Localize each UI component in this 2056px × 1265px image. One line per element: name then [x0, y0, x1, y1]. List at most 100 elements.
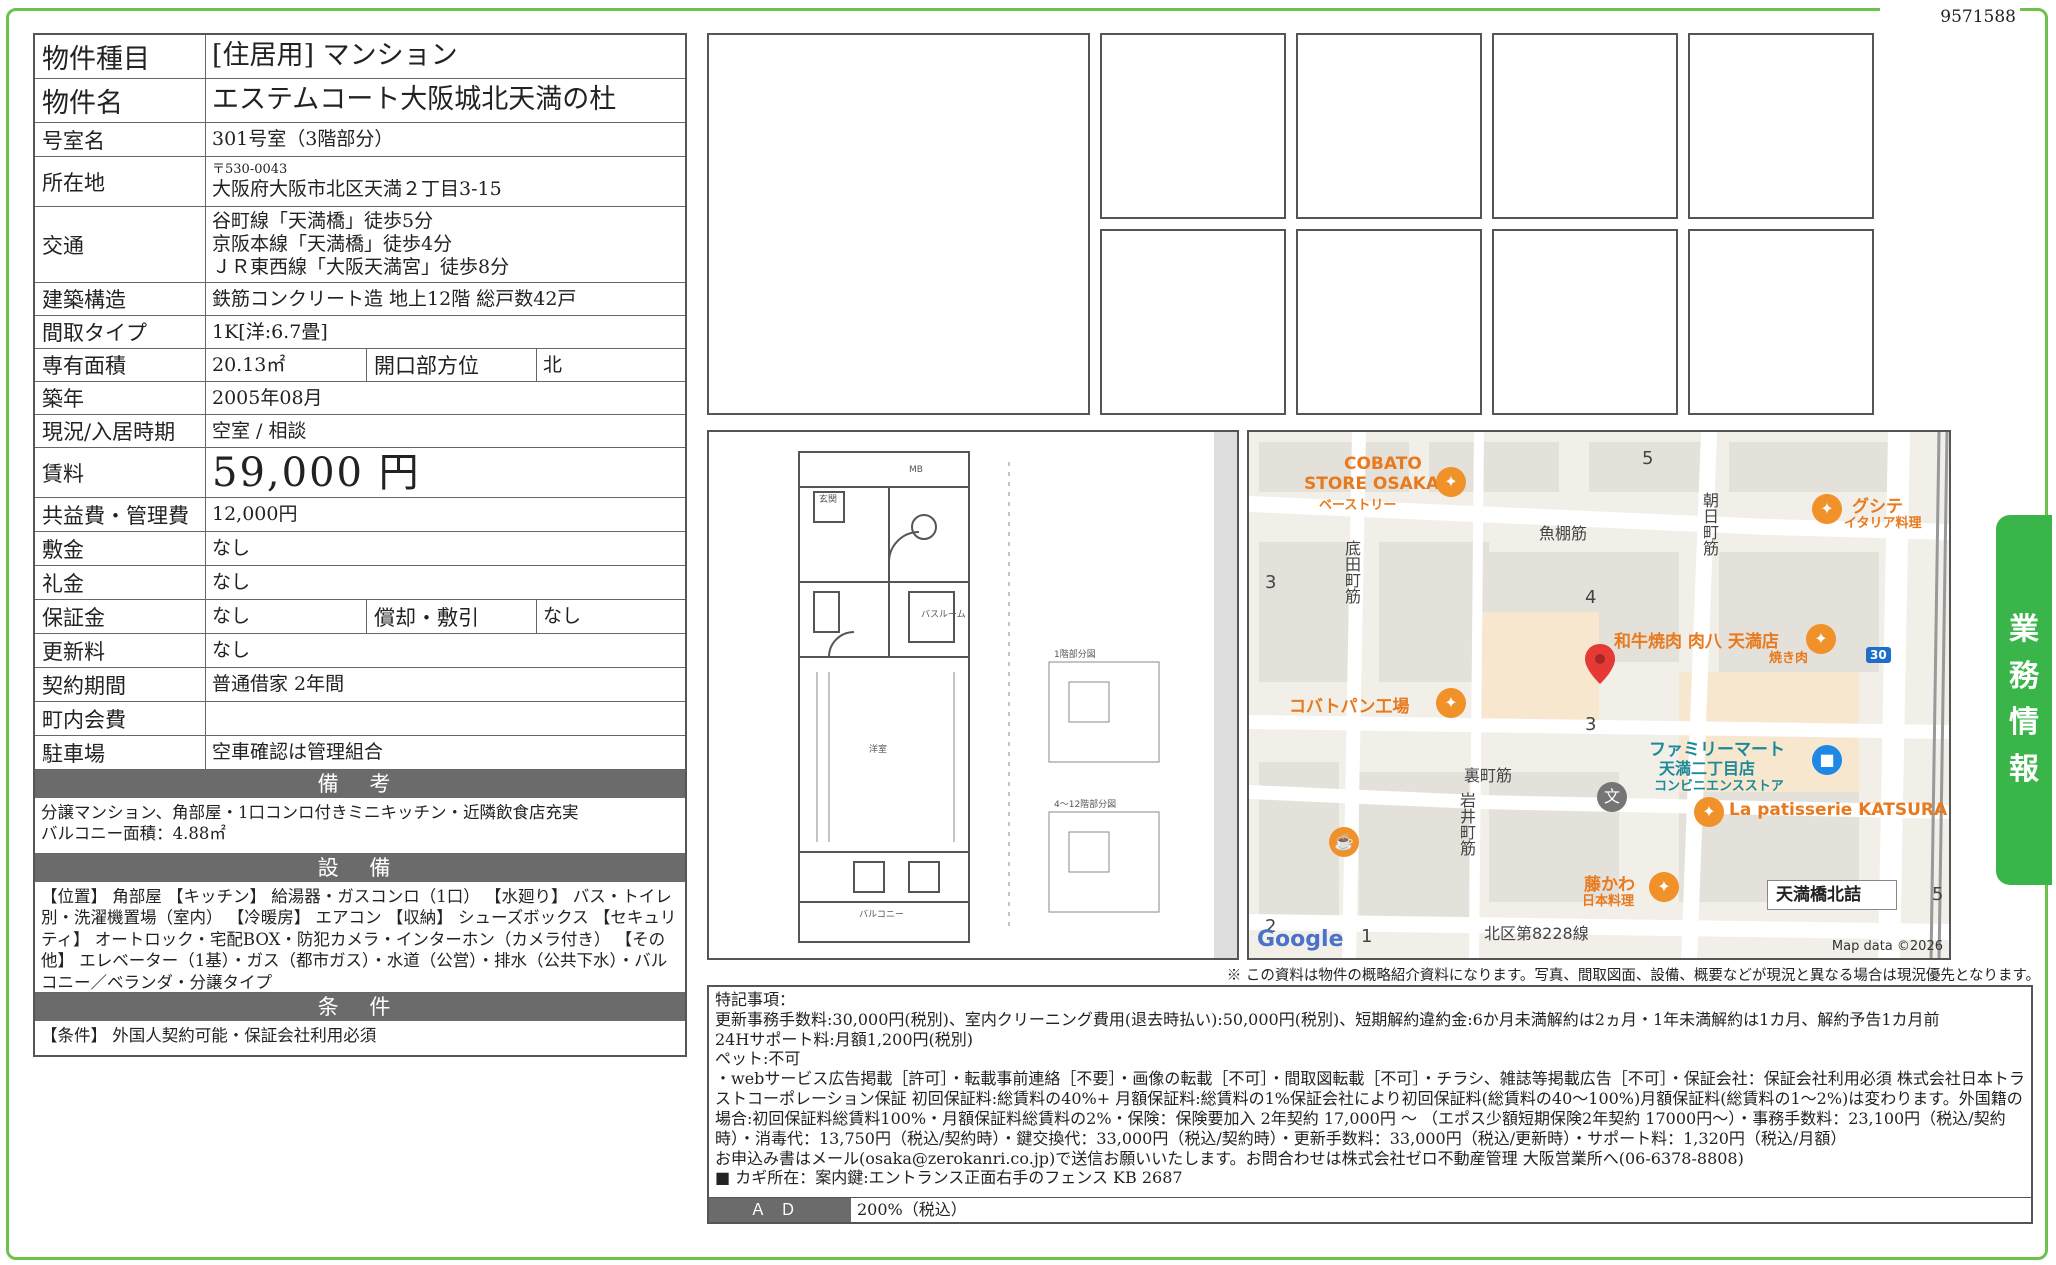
cafe-icon[interactable]: ☕: [1329, 827, 1359, 857]
road-label: 魚棚筋: [1539, 524, 1588, 543]
deposit-value: なし: [212, 537, 251, 560]
main-photo: [707, 33, 1090, 415]
address-label: 所在地: [35, 157, 206, 206]
amortization-value: なし: [543, 605, 582, 628]
road-label: 北区第8228線: [1484, 924, 1589, 943]
map-poi-label: コンビニエンスストア: [1654, 779, 1784, 794]
restaurant-icon[interactable]: ✦: [1806, 624, 1836, 654]
restaurant-icon[interactable]: ✦: [1812, 494, 1842, 524]
notes-line: ■ カギ所在：案内鍵:エントランス正面右手のフェンス KB 2687: [715, 1168, 1183, 1188]
transport-label: 交通: [35, 207, 206, 282]
town-fee-label: 町内会費: [35, 702, 206, 735]
map-poi-label: 日本料理: [1582, 894, 1635, 909]
amortization-label: 償却・敷引: [366, 600, 537, 633]
photo-thumb: [1492, 33, 1678, 219]
conditions-body: 【条件】 外国人契約可能・保証会社利用必須: [41, 1026, 377, 1045]
fee-label: 共益費・管理費: [35, 498, 206, 531]
structure-value: 鉄筋コンクリート造 地上12階 総戸数42戸: [212, 287, 577, 310]
google-logo: Google: [1257, 927, 1344, 952]
location-map[interactable]: COBATO STORE OSAKA ベーストリー ✦ グシテ イタリア料理 ✦…: [1247, 430, 1951, 960]
tab-char: 報: [2009, 751, 2039, 787]
block-number: 1: [1361, 926, 1373, 947]
map-poi-label: ベーストリー: [1319, 498, 1397, 513]
road-label: 底田町筋: [1342, 540, 1361, 604]
row-address: 所在地 〒530-0043 大阪府大阪市北区天満２丁目3-15: [35, 157, 685, 207]
cafe-icon[interactable]: ✦: [1694, 797, 1724, 827]
map-poi-label: イタリア料理: [1844, 516, 1922, 531]
direction-value: 北: [543, 353, 563, 376]
ad-label: ＡＤ: [709, 1198, 851, 1222]
floor-plan-drawing: 洋室 玄関 バスルーム MB バルコニー 1階部分図 4〜12階部分図: [709, 432, 1214, 958]
contract-label: 契約期間: [35, 668, 206, 701]
keymoney-label: 礼金: [35, 566, 206, 599]
contract-value: 普通借家 2年間: [212, 673, 345, 696]
postal-code: 〒530-0043: [212, 162, 288, 178]
renewal-label: 更新料: [35, 634, 206, 667]
block-number: 3: [1265, 572, 1277, 593]
photo-thumb: [1100, 33, 1286, 219]
town-fee-value: [206, 702, 685, 735]
layout-value: 1K[洋:6.7畳]: [212, 320, 328, 343]
svg-text:玄関: 玄関: [819, 493, 837, 505]
conditions-header: 条 件: [35, 993, 685, 1021]
renewal-value: なし: [212, 639, 251, 662]
row-fee: 共益費・管理費 12,000円: [35, 498, 685, 532]
school-icon[interactable]: 文: [1597, 782, 1627, 812]
notes-line: 特記事項：: [715, 990, 796, 1009]
road-label: 岩井町筋: [1457, 792, 1476, 856]
tab-char: 業: [2009, 612, 2039, 647]
plan-room-label: 洋室: [869, 743, 887, 755]
route-shield: 30: [1866, 647, 1891, 663]
transport-line: 谷町線「天満橋」徒歩5分: [212, 210, 434, 233]
restaurant-icon[interactable]: ✦: [1649, 872, 1679, 902]
map-poi-label: 焼き肉: [1769, 651, 1809, 666]
notes-line: ・webサービス広告掲載［許可］・転載事前連絡［不要］・画像の転載［不可］・間取…: [715, 1069, 2025, 1148]
remarks-line: 分譲マンション、角部屋・1口コンロ付きミニキッチン・近隣飲食店充実: [41, 803, 579, 822]
row-room: 号室名 301号室（3階部分）: [35, 123, 685, 157]
tab-char: 情: [2009, 705, 2039, 740]
row-keymoney: 礼金 なし: [35, 566, 685, 600]
row-area: 専有面積 20.13㎡ 開口部方位 北: [35, 349, 685, 382]
row-layout: 間取タイプ 1K[洋:6.7畳]: [35, 316, 685, 349]
station-label[interactable]: 天満橋北詰: [1767, 880, 1897, 910]
room-label: 号室名: [35, 123, 206, 156]
notes-line: ペット:不可: [715, 1049, 801, 1069]
business-info-tab[interactable]: 業 務 情 報: [1996, 515, 2052, 885]
block-number: 3: [1585, 714, 1597, 735]
block-number: 5: [1932, 884, 1944, 905]
equipment-body: 【位置】 角部屋 【キッチン】 給湯器・ガスコンロ（1口） 【水廻り】 バス・ト…: [35, 882, 685, 993]
row-status: 現況/入居時期 空室 / 相談: [35, 415, 685, 448]
fee-value: 12,000円: [212, 503, 298, 526]
property-name-value: エステムコート大阪城北天満の杜: [212, 84, 617, 116]
row-renewal: 更新料 なし: [35, 634, 685, 668]
svg-text:バスルーム: バスルーム: [921, 609, 966, 620]
notes-line: お申込み書はメール(osaka@zerokanri.co.jp)で送信お願いいた…: [715, 1148, 1744, 1168]
property-name-label: 物件名: [35, 79, 206, 122]
equipment-header: 設 備: [35, 854, 685, 882]
block-number: 4: [1585, 587, 1597, 608]
document-id: 9571588: [1880, 4, 2020, 30]
rent-label: 賃料: [35, 448, 206, 497]
map-poi-label: STORE OSAKA: [1304, 474, 1440, 494]
convenience-store-icon[interactable]: ■: [1812, 745, 1842, 775]
svg-text:4〜12階部分図: 4〜12階部分図: [1054, 798, 1116, 810]
parking-value: 空車確認は管理組合: [212, 741, 384, 764]
property-type-label: 物件種目: [35, 35, 206, 78]
remarks-body: 分譲マンション、角部屋・1口コンロ付きミニキッチン・近隣飲食店充実 バルコニー面…: [35, 798, 685, 854]
row-transport: 交通 谷町線「天満橋」徒歩5分 京阪本線「天満橋」徒歩4分 ＪＲ東西線「大阪天満…: [35, 207, 685, 283]
photo-thumb: [1296, 229, 1482, 415]
photo-thumb: [1492, 229, 1678, 415]
property-type-value: [住居用] マンション: [212, 40, 458, 72]
parking-label: 駐車場: [35, 736, 206, 769]
property-info-table: 物件種目 [住居用] マンション 物件名 エステムコート大阪城北天満の杜 号室名…: [33, 33, 687, 1057]
map-poi-label: La patisserie KATSURA: [1729, 800, 1948, 820]
row-rent: 賃料 59,000 円: [35, 448, 685, 498]
photo-thumb: [1688, 229, 1874, 415]
bakery-icon[interactable]: ✦: [1436, 688, 1466, 718]
row-property-name: 物件名 エステムコート大阪城北天満の杜: [35, 79, 685, 123]
row-built: 築年 2005年08月: [35, 382, 685, 415]
floor-plan: 洋室 玄関 バスルーム MB バルコニー 1階部分図 4〜12階部分図: [707, 430, 1239, 960]
restaurant-icon[interactable]: ✦: [1436, 467, 1466, 497]
svg-text:1階部分図: 1階部分図: [1054, 648, 1096, 660]
remarks-line: バルコニー面積：4.88㎡: [41, 824, 226, 844]
